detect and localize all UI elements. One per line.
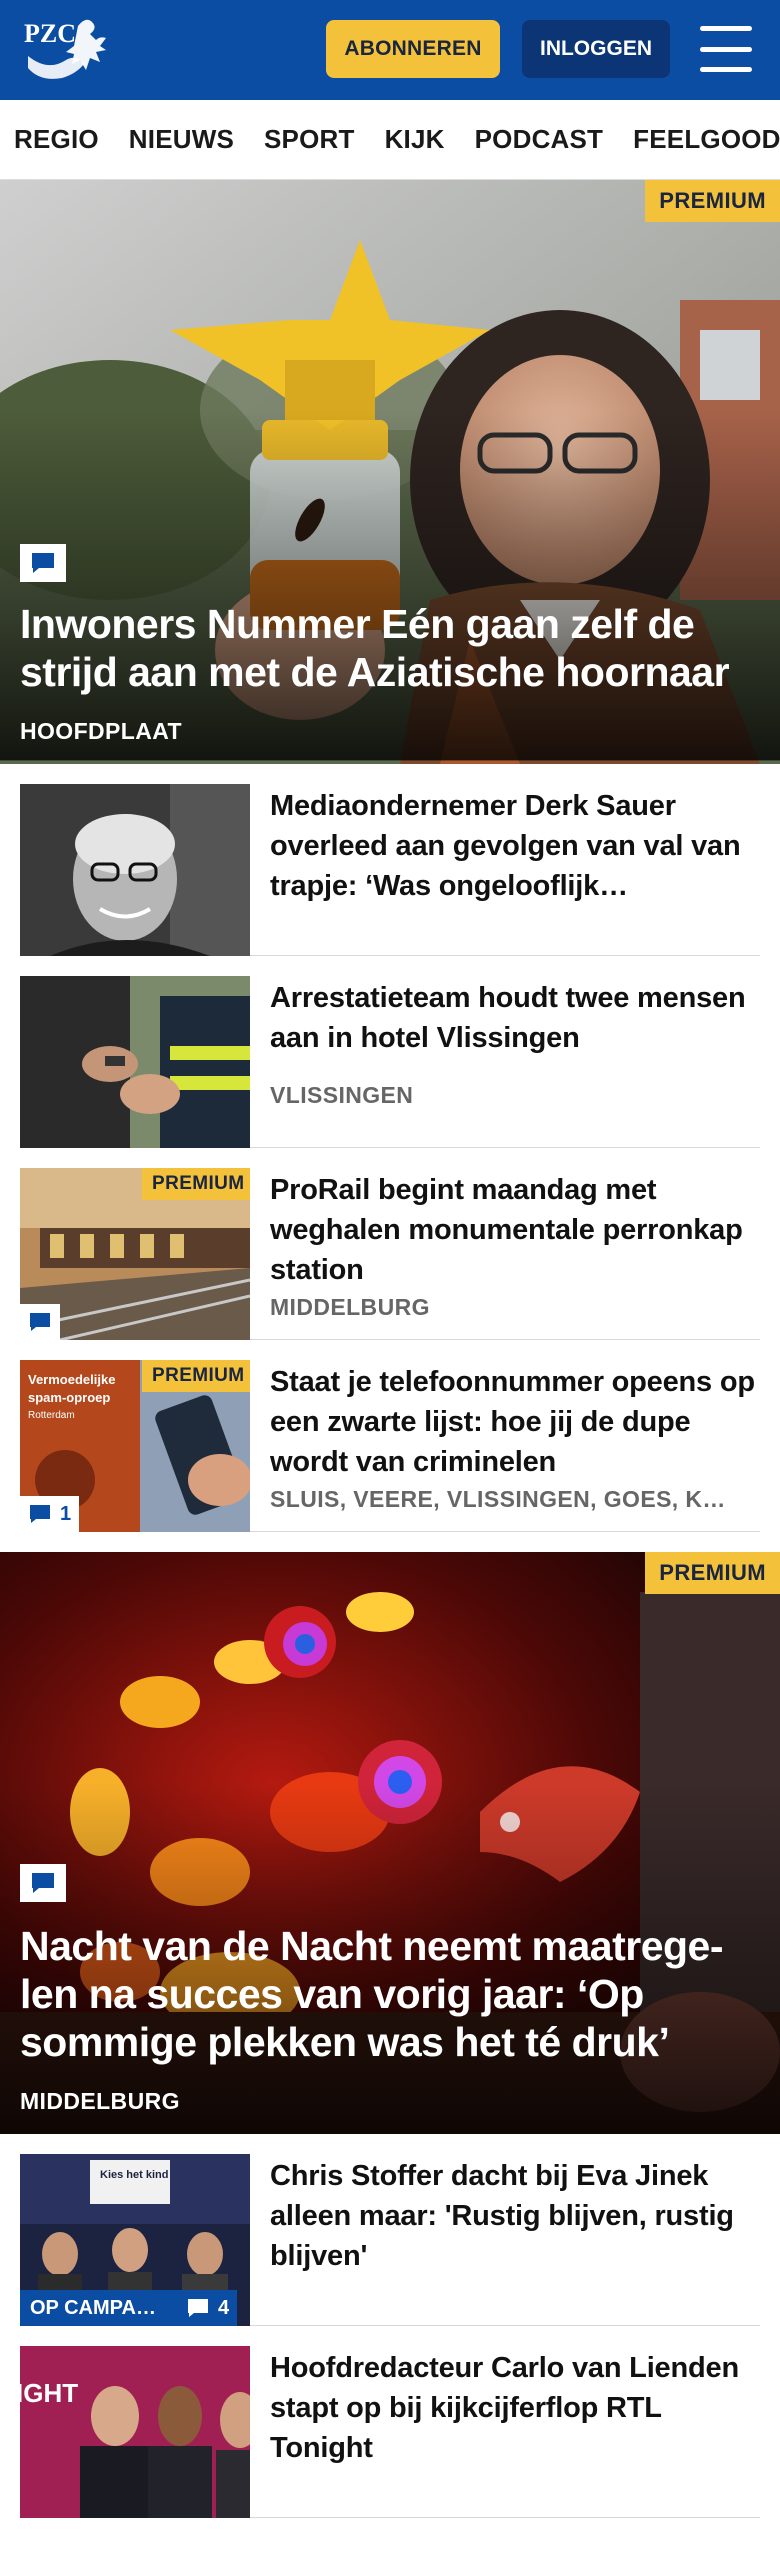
article-thumbnail <box>20 976 250 1148</box>
thumb-logo-text: IGHT <box>20 2378 78 2408</box>
hamburger-menu-icon[interactable] <box>700 26 752 72</box>
thumb-sign-text: Kies het kind <box>100 2169 168 2181</box>
pzc-logo-icon: PZC <box>24 19 106 79</box>
hero-article-nacht[interactable]: PREMIUM Nacht van de Nacht neemt maatreg… <box>0 1552 780 2134</box>
premium-badge: PREMIUM <box>645 180 780 222</box>
article-thumbnail <box>20 784 250 956</box>
comment-icon[interactable] <box>20 1304 60 1340</box>
thumb-caption-3: Rotterdam <box>28 1410 75 1421</box>
hero-article-hornet[interactable]: PREMIUM Inwoners Nummer Eén gaan zelf de… <box>0 180 780 764</box>
comment-count[interactable]: 4 <box>178 2290 238 2326</box>
section-nav: REGIO NIEUWS SPORT KIJK PODCAST FEELGOOD… <box>0 100 780 180</box>
nav-item-podcast[interactable]: PODCAST <box>475 124 604 155</box>
article-item[interactable]: Mediaondernemer Derk Sauer overleed aan … <box>20 764 760 956</box>
article-item[interactable]: Arrestatieteam houdt twee mensen aan in … <box>20 956 760 1148</box>
hero-headline[interactable]: Nacht van de Nacht neemt maatrege-len na… <box>20 1922 760 2066</box>
login-button[interactable]: INLOGGEN <box>522 20 670 78</box>
hero-headline[interactable]: Inwoners Nummer Eén gaan zelf de strijd … <box>20 600 760 696</box>
thumb-caption-1: Vermoedelijke <box>28 1372 115 1387</box>
article-headline[interactable]: Chris Stoffer dacht bij Eva Jinek alleen… <box>270 2156 760 2276</box>
nav-item-feelgood[interactable]: FEELGOOD <box>633 124 780 155</box>
article-headline[interactable]: Mediaondernemer Derk Sauer overleed aan … <box>270 786 760 906</box>
article-headline[interactable]: ProRail begint maandag met weghalen monu… <box>270 1170 760 1290</box>
campaign-label: OP CAMPA… <box>20 2290 178 2326</box>
article-location: VLISSINGEN <box>270 1082 414 1108</box>
article-thumbnail: IGHT <box>20 2346 250 2518</box>
nav-item-regio[interactable]: REGIO <box>14 124 99 155</box>
hero-location: MIDDELBURG <box>20 2088 180 2114</box>
article-headline[interactable]: Staat je telefoonnummer opeens op een zw… <box>270 1362 760 1482</box>
logo-letters: PZC <box>24 19 76 48</box>
comment-icon <box>30 1505 50 1523</box>
top-bar: PZC ABONNEREN INLOGGEN <box>0 0 780 100</box>
article-location: MIDDELBURG <box>270 1294 430 1320</box>
comment-icon[interactable] <box>20 544 66 582</box>
nav-item-sport[interactable]: SPORT <box>264 124 355 155</box>
comment-count[interactable]: 1 <box>20 1496 80 1532</box>
article-headline[interactable]: Hoofdredacteur Carlo van Lienden stapt o… <box>270 2348 760 2468</box>
article-item[interactable]: Kies het kind OP CAMPA… 4 Chris Stoffer … <box>20 2134 760 2326</box>
article-headline[interactable]: Arrestatieteam houdt twee mensen aan in … <box>270 978 760 1058</box>
comment-icon <box>188 2299 208 2317</box>
premium-badge: PREMIUM <box>645 1552 780 1594</box>
nav-item-nieuws[interactable]: NIEUWS <box>129 124 234 155</box>
comment-count-value: 1 <box>60 1502 72 1525</box>
thumb-caption-2: spam-oproep <box>28 1390 110 1405</box>
comment-count-value: 4 <box>218 2296 230 2319</box>
premium-badge: PREMIUM <box>142 1360 250 1392</box>
pzc-logo[interactable]: PZC <box>20 12 120 88</box>
hero-location: HOOFDPLAAT <box>20 718 183 744</box>
article-location: SLUIS, VEERE, VLISSINGEN, GOES, K… <box>270 1486 726 1512</box>
subscribe-button[interactable]: ABONNEREN <box>326 20 500 78</box>
comment-icon[interactable] <box>20 1864 66 1902</box>
premium-badge: PREMIUM <box>142 1168 250 1200</box>
article-item[interactable]: PREMIUM ProRail begint maandag met wegha… <box>20 1148 760 1340</box>
article-item[interactable]: IGHT Hoofdredacteur Carlo van Lienden st… <box>20 2326 760 2518</box>
nav-item-kijk[interactable]: KIJK <box>385 124 445 155</box>
article-item[interactable]: Vermoedelijke spam-oproep Rotterdam PREM… <box>20 1340 760 1532</box>
